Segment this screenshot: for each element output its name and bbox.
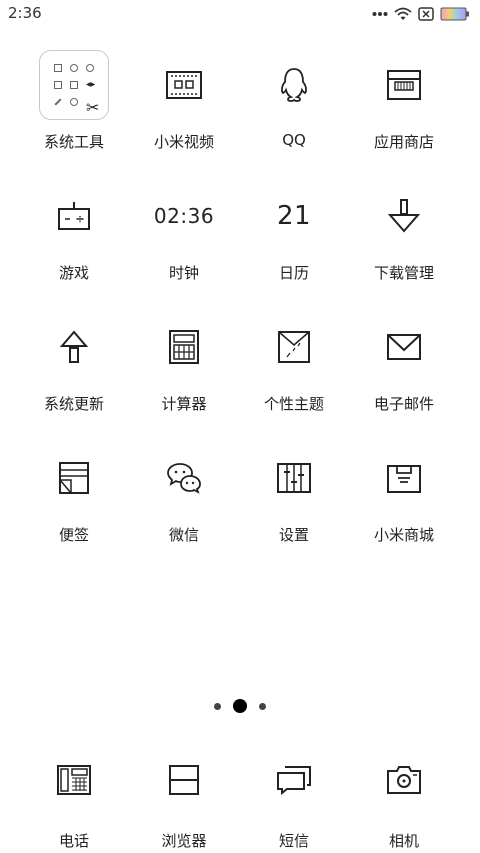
download-icon xyxy=(368,180,440,252)
calculator-icon xyxy=(148,311,220,383)
app-games[interactable]: 游戏 xyxy=(19,176,129,307)
calendar-day-text: 21 xyxy=(276,201,312,231)
app-mi-store[interactable]: 小米商城 xyxy=(349,438,459,569)
page-indicator[interactable] xyxy=(0,698,480,714)
app-qq[interactable]: QQ xyxy=(239,45,349,176)
mi-store-icon xyxy=(368,442,440,514)
page-dot[interactable] xyxy=(259,702,266,710)
home-screen: 2:36 ◀▶ ✂ 系统工具 小米视频 QQ 应用商店 游戏 02:36 时钟 … xyxy=(0,0,480,853)
qq-penguin-icon xyxy=(258,49,330,121)
status-time: 2:36 xyxy=(8,4,42,22)
app-label: 系统工具 xyxy=(43,133,104,151)
status-bar: 2:36 xyxy=(0,0,480,28)
more-dots-icon xyxy=(372,11,388,17)
app-label: 相机 xyxy=(388,832,419,850)
no-sim-icon xyxy=(418,7,434,21)
dock-browser[interactable]: 浏览器 xyxy=(129,740,239,853)
app-themes[interactable]: 个性主题 xyxy=(239,307,349,438)
wifi-icon xyxy=(394,7,412,21)
page-dot-current[interactable] xyxy=(233,699,247,713)
clock-time-text: 02:36 xyxy=(153,204,215,228)
app-label: 日历 xyxy=(278,264,309,282)
phone-icon xyxy=(38,744,110,816)
app-app-store[interactable]: 应用商店 xyxy=(349,45,459,176)
gamepad-icon xyxy=(38,180,110,252)
app-label: 电话 xyxy=(58,832,89,850)
dock-phone[interactable]: 电话 xyxy=(19,740,129,853)
app-label: 便签 xyxy=(58,526,89,544)
app-label: 浏览器 xyxy=(161,832,207,850)
app-label: 小米视频 xyxy=(153,133,214,151)
app-mi-video[interactable]: 小米视频 xyxy=(129,45,239,176)
wechat-icon xyxy=(148,442,220,514)
camera-icon xyxy=(368,744,440,816)
app-wechat[interactable]: 微信 xyxy=(129,438,239,569)
browser-icon xyxy=(148,744,220,816)
app-calculator[interactable]: 计算器 xyxy=(129,307,239,438)
app-calendar[interactable]: 21 日历 xyxy=(239,176,349,307)
app-system-update[interactable]: 系统更新 xyxy=(19,307,129,438)
app-label: 系统更新 xyxy=(43,395,104,413)
page-dot[interactable] xyxy=(214,702,221,710)
video-icon xyxy=(148,49,220,121)
calendar-icon: 21 xyxy=(258,180,330,252)
app-notes[interactable]: 便签 xyxy=(19,438,129,569)
app-system-tools-folder[interactable]: ◀▶ ✂ 系统工具 xyxy=(19,45,129,176)
app-clock[interactable]: 02:36 时钟 xyxy=(129,176,239,307)
dock: 电话 浏览器 短信 相机 xyxy=(0,740,480,853)
app-label: 计算器 xyxy=(161,395,207,413)
battery-icon xyxy=(440,7,470,21)
app-label: 下载管理 xyxy=(373,264,434,282)
notes-icon xyxy=(38,442,110,514)
app-store-icon xyxy=(368,49,440,121)
dock-messages[interactable]: 短信 xyxy=(239,740,349,853)
mail-icon xyxy=(368,311,440,383)
app-email[interactable]: 电子邮件 xyxy=(349,307,459,438)
status-icons xyxy=(372,4,470,24)
update-arrow-icon xyxy=(38,311,110,383)
app-label: QQ xyxy=(282,131,306,149)
app-label: 时钟 xyxy=(168,264,199,282)
app-label: 电子邮件 xyxy=(373,395,434,413)
app-label: 个性主题 xyxy=(263,395,324,413)
app-label: 设置 xyxy=(278,526,309,544)
dock-camera[interactable]: 相机 xyxy=(349,740,459,853)
messages-icon xyxy=(258,744,330,816)
app-downloads[interactable]: 下载管理 xyxy=(349,176,459,307)
theme-shirt-icon xyxy=(258,311,330,383)
app-grid: ◀▶ ✂ 系统工具 小米视频 QQ 应用商店 游戏 02:36 时钟 21 日历… xyxy=(0,45,480,569)
app-label: 短信 xyxy=(278,832,309,850)
app-label: 微信 xyxy=(168,526,199,544)
app-label: 小米商城 xyxy=(373,526,434,544)
app-label: 应用商店 xyxy=(373,133,434,151)
settings-sliders-icon xyxy=(258,442,330,514)
folder-icon: ◀▶ ✂ xyxy=(38,49,110,121)
app-label: 游戏 xyxy=(58,264,89,282)
clock-icon: 02:36 xyxy=(148,180,220,252)
app-settings[interactable]: 设置 xyxy=(239,438,349,569)
